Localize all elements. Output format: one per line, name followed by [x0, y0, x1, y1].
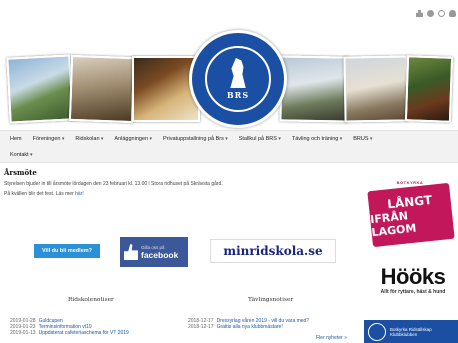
horse-icon [230, 58, 246, 88]
nav-item-ridskolan[interactable]: Ridskolan [75, 136, 103, 142]
brs-ad[interactable]: Botkyrka Ridsällskap Klubbklubben [364, 320, 458, 343]
news-date: 2019-01-23 [10, 324, 36, 331]
club-logo[interactable]: BRS [189, 30, 287, 128]
nav-item-kontakt[interactable]: Kontakt [10, 152, 33, 158]
main-nav: Hem Föreningen Ridskolan Anläggningen Privat… [0, 130, 458, 163]
hooks-tagline: Allt för ryttare, häst & hund [380, 289, 446, 295]
minridskola-banner[interactable]: minridskola.se [210, 239, 336, 263]
ridskolenotiser-list: 2019-01-28 Guldcupen 2019-01-23 Terminsinfo… [10, 318, 175, 337]
party-paragraph: På kvällen blir det fest. Läs mer här! [4, 191, 354, 197]
botkyrka-badge: LÅNGT IFRÅN LAGOM [367, 182, 455, 248]
nav-item-stallkul-på-brs[interactable]: Stallkul på BRS [239, 136, 281, 142]
brs-ad-text: Botkyrka Ridsällskap Klubbklubben [390, 327, 432, 337]
nav-item-tävling-och-träning[interactable]: Tävling och träning [292, 136, 342, 142]
brs-mini-logo-icon [368, 322, 386, 341]
banner-photo-stable [343, 55, 409, 123]
logo-emblem: BRS [205, 46, 271, 112]
page-title: Årsmöte [4, 168, 37, 177]
tavlingsnotiser-title: Tävlingsnotiser [248, 297, 294, 303]
news-date: 2019-01-28 [10, 318, 36, 324]
news-date: 2019-01-13 [10, 330, 36, 337]
banner-photo-jumping [6, 54, 74, 124]
nav-row-secondary: Kontakt [0, 147, 458, 163]
botkyrka-line2: IFRÅN LAGOM [369, 208, 417, 239]
top-toolbar [416, 10, 456, 17]
thumbs-up-icon [124, 244, 138, 260]
help-icon[interactable] [427, 10, 434, 17]
news-item: 2018-12-17 Grattis alla nya klubbmästare! [188, 324, 353, 330]
news-link[interactable]: Dressyrlag våren 2019 - vill du vara med… [217, 318, 310, 324]
nav-item-privatuppstallning-på-brs[interactable]: Privatuppstallning på Brs [163, 136, 228, 142]
hooks-logo: Hööks [380, 264, 446, 289]
facebook-like-button[interactable]: Gilla oss på facebook [120, 237, 188, 267]
brs-ad-line2: Klubbklubben [390, 331, 418, 337]
hooks-ad[interactable]: Hööks Allt för ryttare, häst & hund [372, 264, 454, 295]
news-link[interactable]: Uppdaterat cafeteriaschema för VT 2019 [39, 330, 129, 336]
sitemap-icon[interactable] [416, 10, 423, 17]
banner-photo-rider [68, 54, 136, 124]
botkyrka-ad[interactable]: BOTKYRKA LÅNGT IFRÅN LAGOM [367, 180, 455, 252]
intro-paragraph: Styrelsen bjuder in till årsmöte lördage… [4, 181, 223, 187]
main-content: Årsmöte Styrelsen bjuder in till årsmöte… [4, 168, 354, 197]
tavlingsnotiser-list: 2018-12-17 Dressyrlag våren 2019 - vill d… [188, 318, 353, 330]
news-item: 2019-01-13 Uppdaterat cafeteriaschema för… [10, 330, 175, 336]
banner-photo-horse [404, 55, 454, 123]
news-link[interactable]: Grattis alla nya klubbmästare! [217, 324, 283, 330]
header-banner: BRS [6, 30, 454, 128]
nav-item-anläggningen[interactable]: Anläggningen [114, 136, 152, 142]
nav-item-föreningen[interactable]: Föreningen [33, 136, 65, 142]
nav-item-hem[interactable]: Hem [10, 136, 22, 142]
more-news-link[interactable]: Fler nyheter » [316, 335, 347, 341]
nav-item-brus[interactable]: BRUS [353, 136, 372, 142]
facebook-text: Gilla oss på facebook [141, 245, 178, 260]
ridskolenotiser-title: Ridskolenotiser [68, 297, 114, 303]
news-link[interactable]: Guldcupen [39, 318, 63, 324]
user-icon[interactable] [449, 10, 456, 17]
search-icon[interactable] [438, 10, 445, 17]
become-member-button[interactable]: Vill du bli medlem? [34, 244, 100, 258]
party-text: På kvällen blir det fest. Läs mer [4, 191, 76, 197]
facebook-wordmark: facebook [141, 249, 179, 260]
logo-abbr: BRS [226, 90, 250, 100]
news-date: 2018-12-17 [188, 324, 214, 331]
news-link[interactable]: Terminsinformation vt19 [39, 324, 92, 330]
read-more-link[interactable]: här! [75, 191, 84, 197]
news-date: 2018-12-17 [188, 318, 214, 324]
nav-row-primary: Hem Föreningen Ridskolan Anläggningen Privat… [0, 131, 458, 147]
banner-photo-dressage [279, 55, 349, 123]
